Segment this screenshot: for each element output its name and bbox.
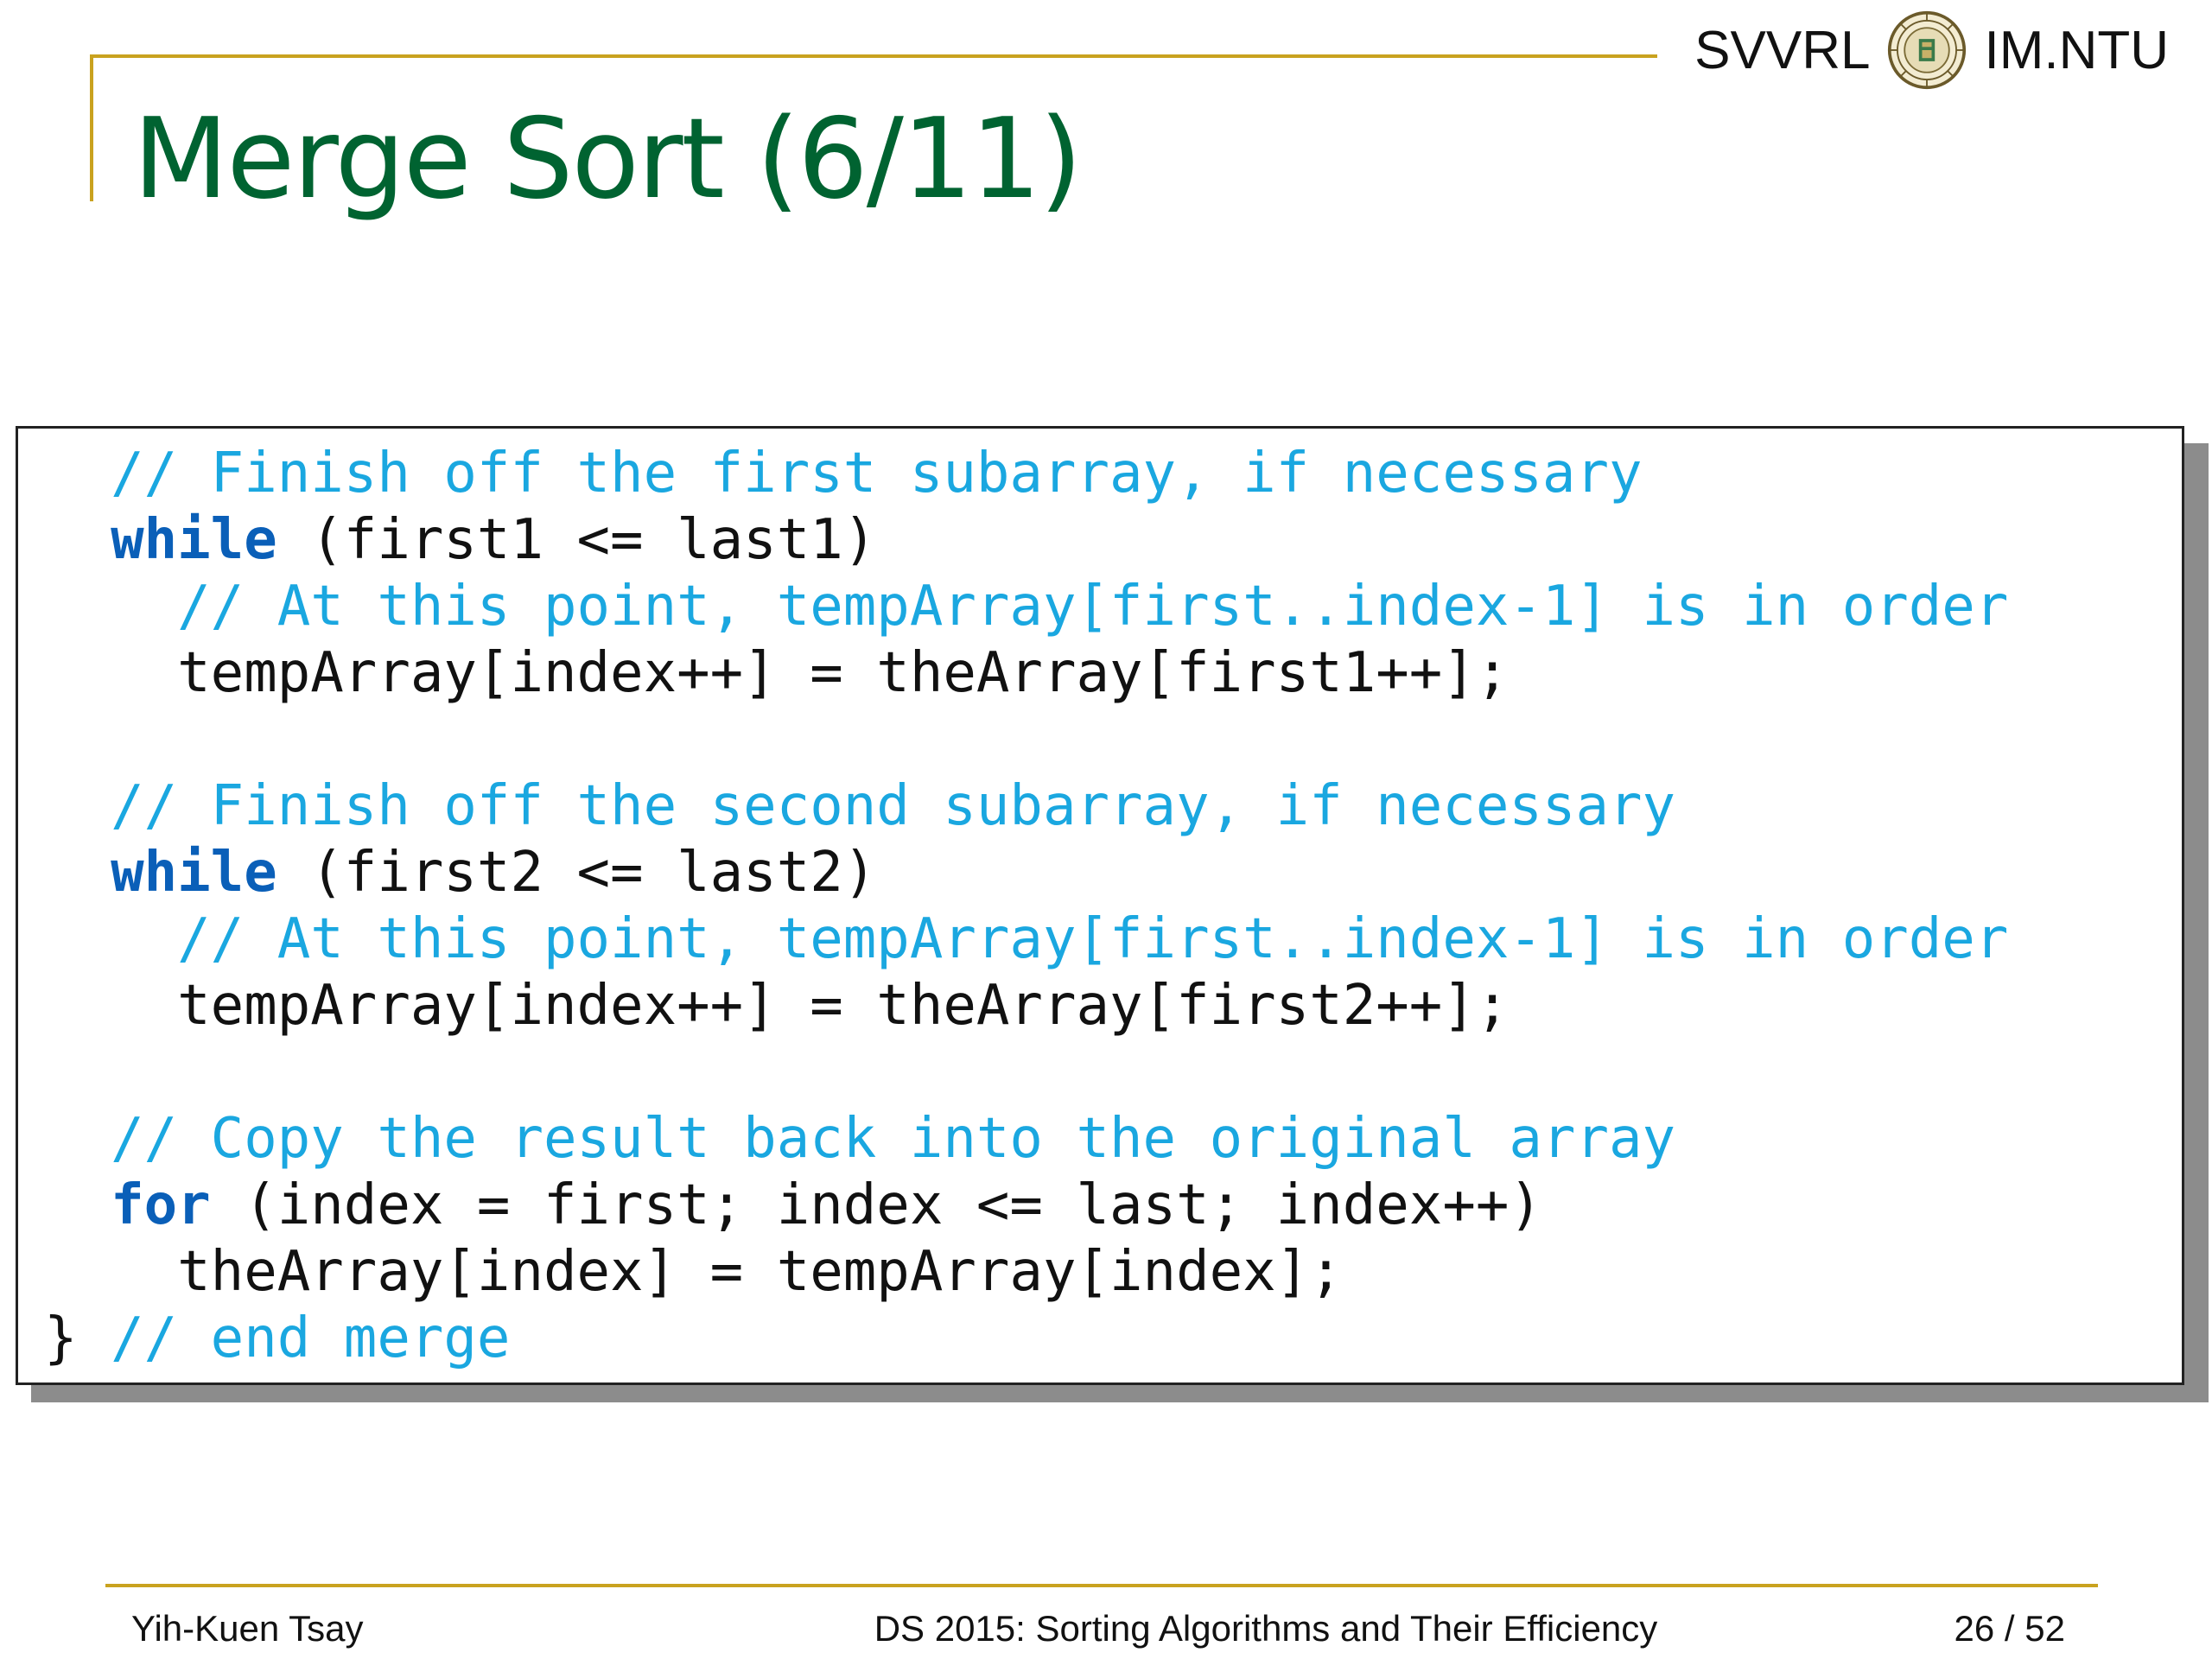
footer-author: Yih-Kuen Tsay bbox=[131, 1608, 364, 1649]
code-text: (first2 <= last2) bbox=[276, 841, 877, 905]
code-comment: // Finish off the second subarray, if ne… bbox=[111, 774, 1676, 838]
code-text: } bbox=[44, 1306, 111, 1370]
code-text: tempArray[index++] = theArray[first1++]; bbox=[44, 641, 1510, 705]
code-line: // Finish off the first subarray, if nec… bbox=[44, 441, 2008, 507]
code-keyword: while bbox=[111, 508, 277, 572]
code-line: // At this point, tempArray[first..index… bbox=[44, 906, 2008, 973]
code-line: // At this point, tempArray[first..index… bbox=[44, 574, 2008, 640]
code-box: // Finish off the first subarray, if nec… bbox=[16, 426, 2184, 1385]
code-comment: // end merge bbox=[111, 1306, 511, 1370]
brand-imntu: IM.NTU bbox=[1984, 20, 2169, 80]
code-text: (index = first; index <= last; index++) bbox=[210, 1173, 1542, 1237]
code-line: // Finish off the second subarray, if ne… bbox=[44, 773, 2008, 840]
header-brand: SVVRL IM.NTU bbox=[1694, 10, 2169, 90]
code-line: tempArray[index++] = theArray[first1++]; bbox=[44, 640, 2008, 707]
code-keyword: while bbox=[111, 841, 277, 905]
code-line: while (first2 <= last2) bbox=[44, 840, 2008, 906]
code-comment: // At this point, tempArray[first..index… bbox=[177, 907, 2009, 971]
code-line: } // end merge bbox=[44, 1306, 2008, 1372]
code-keyword: for bbox=[111, 1173, 211, 1237]
code-text: tempArray[index++] = theArray[first2++]; bbox=[44, 974, 1510, 1038]
code-comment: // At this point, tempArray[first..index… bbox=[177, 575, 2009, 639]
code-line: for (index = first; index <= last; index… bbox=[44, 1173, 2008, 1239]
footer-rule bbox=[105, 1584, 2098, 1587]
code-line: // Copy the result back into the origina… bbox=[44, 1106, 2008, 1173]
brand-svvrl: SVVRL bbox=[1694, 20, 1871, 80]
code-comment: // Copy the result back into the origina… bbox=[111, 1107, 1676, 1171]
header-rule bbox=[90, 54, 1657, 58]
ntu-seal-icon bbox=[1888, 10, 1967, 90]
slide-title: Merge Sort (6/11) bbox=[133, 95, 1083, 224]
code-line: tempArray[index++] = theArray[first2++]; bbox=[44, 973, 2008, 1039]
code-listing: // Finish off the first subarray, if nec… bbox=[44, 441, 2008, 1372]
code-text: (first1 <= last1) bbox=[276, 508, 877, 572]
code-line: while (first1 <= last1) bbox=[44, 507, 2008, 574]
code-line: theArray[index] = tempArray[index]; bbox=[44, 1239, 2008, 1306]
header-rule-left bbox=[90, 54, 93, 201]
footer-course-title: DS 2015: Sorting Algorithms and Their Ef… bbox=[874, 1608, 1658, 1649]
footer-page-number: 26 / 52 bbox=[1954, 1608, 2065, 1649]
code-comment: // Finish off the first subarray, if nec… bbox=[111, 442, 1643, 505]
code-text: theArray[index] = tempArray[index]; bbox=[44, 1240, 1343, 1304]
